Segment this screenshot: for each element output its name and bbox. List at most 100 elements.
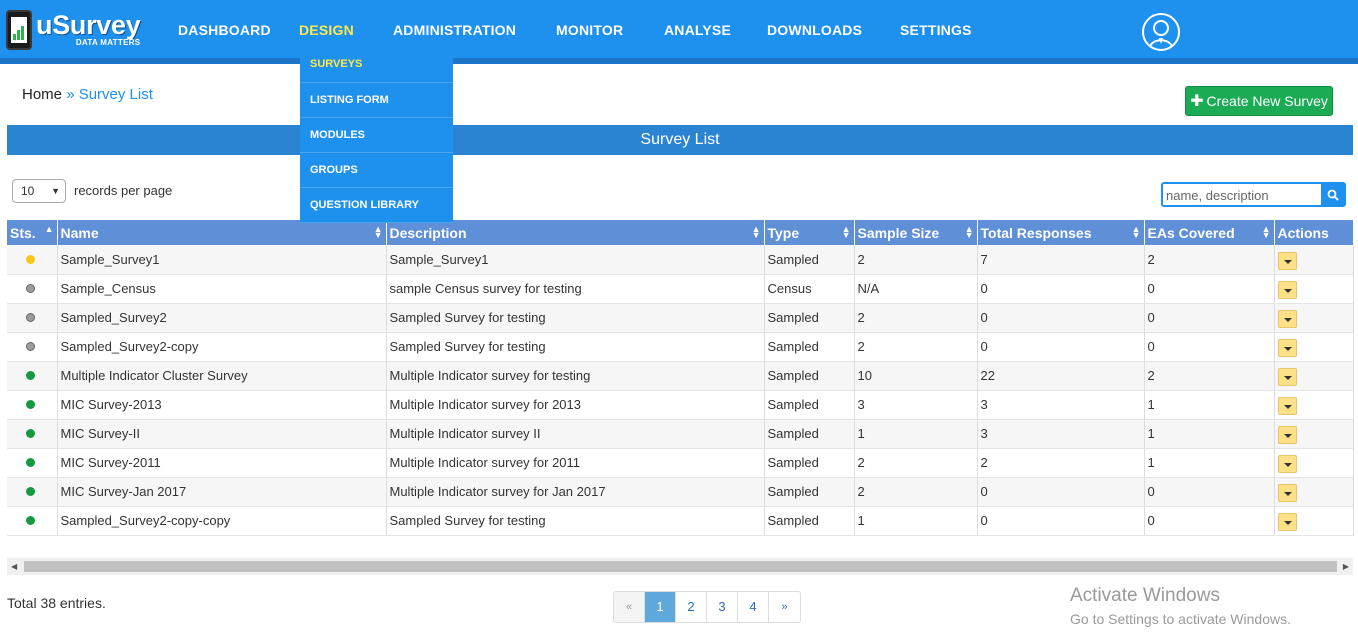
nav-dashboard[interactable]: DASHBOARD [178, 22, 271, 38]
survey-name[interactable]: Sampled_Survey2 [57, 303, 387, 333]
navbar-underline [0, 58, 1358, 64]
actions-dropdown-button[interactable] [1277, 310, 1297, 328]
scroll-left-icon[interactable]: ◀ [11, 562, 17, 571]
status-dot-icon [26, 429, 35, 438]
survey-eas-covered: 1 [1144, 390, 1275, 420]
nav-administration[interactable]: ADMINISTRATION [393, 22, 516, 38]
records-per-page-select[interactable]: 10 ▼ [12, 179, 66, 203]
actions-dropdown-button[interactable] [1277, 339, 1297, 357]
survey-total-responses: 0 [977, 506, 1145, 536]
breadcrumb-home[interactable]: Home [22, 86, 62, 103]
survey-type: Sampled [764, 390, 855, 420]
survey-total-responses: 0 [977, 332, 1145, 362]
survey-name[interactable]: Sampled_Survey2-copy [57, 332, 387, 362]
actions-cell [1274, 390, 1354, 420]
nav-downloads[interactable]: DOWNLOADS [767, 22, 862, 38]
survey-total-responses: 7 [977, 245, 1145, 275]
survey-sample-size: 2 [854, 477, 978, 507]
actions-dropdown-button[interactable] [1277, 281, 1297, 299]
column-header-eas-covered[interactable]: EAs Covered ▲ ▼ [1144, 220, 1275, 245]
status-cell [7, 245, 58, 275]
survey-sample-size: 2 [854, 245, 978, 275]
actions-dropdown-button[interactable] [1277, 426, 1297, 444]
status-dot-icon [26, 342, 35, 351]
status-cell [7, 506, 58, 536]
column-header-name[interactable]: Name ▲ ▼ [57, 220, 387, 245]
survey-description: Sample_Survey1 [386, 245, 765, 275]
table-row: Sample_Survey1 Sample_Survey1 Sampled 2 7 2 [7, 245, 1354, 275]
survey-eas-covered: 0 [1144, 477, 1275, 507]
actions-dropdown-button[interactable] [1277, 368, 1297, 386]
nav-design[interactable]: DESIGN [299, 22, 354, 38]
dropdown-item-groups[interactable]: GROUPS [300, 153, 453, 188]
survey-name[interactable]: Sample_Survey1 [57, 245, 387, 275]
dropdown-item-listing-form[interactable]: LISTING FORM [300, 83, 453, 118]
status-cell [7, 361, 58, 391]
pagination-page[interactable]: 4 [738, 592, 769, 622]
actions-dropdown-button[interactable] [1277, 513, 1297, 531]
pagination: « 1 2 3 4 » [613, 591, 801, 623]
status-cell [7, 448, 58, 478]
actions-cell [1274, 274, 1354, 304]
survey-type: Sampled [764, 477, 855, 507]
column-header-type[interactable]: Type ▲ ▼ [764, 220, 855, 245]
column-header-status[interactable]: Sts. ▲ [7, 220, 58, 245]
nav-analyse[interactable]: ANALYSE [664, 22, 731, 38]
survey-name[interactable]: Sample_Census [57, 274, 387, 304]
survey-eas-covered: 0 [1144, 274, 1275, 304]
scroll-right-icon[interactable]: ▶ [1343, 562, 1349, 571]
survey-name[interactable]: MIC Survey-2011 [57, 448, 387, 478]
survey-name[interactable]: MIC Survey-II [57, 419, 387, 449]
survey-name[interactable]: MIC Survey-2013 [57, 390, 387, 420]
nav-monitor[interactable]: MONITOR [556, 22, 623, 38]
app-logo[interactable]: uSurvey DATA MATTERS [6, 10, 141, 54]
column-header-total-responses[interactable]: Total Responses ▲ ▼ [977, 220, 1145, 245]
table-row: MIC Survey-2011 Multiple Indicator survey… [7, 448, 1354, 478]
status-dot-icon [26, 284, 35, 293]
column-header-sample-size[interactable]: Sample Size ▲ ▼ [854, 220, 978, 245]
survey-name[interactable]: Sampled_Survey2-copy-copy [57, 506, 387, 536]
scrollbar-thumb[interactable] [24, 561, 1337, 572]
pagination-prev[interactable]: « [614, 592, 645, 622]
pagination-page[interactable]: 1 [645, 592, 676, 622]
search-input[interactable] [1166, 187, 1321, 204]
table-row: Multiple Indicator Cluster Survey Multipl… [7, 361, 1354, 391]
pagination-page[interactable]: 3 [707, 592, 738, 622]
actions-dropdown-button[interactable] [1277, 484, 1297, 502]
actions-cell [1274, 477, 1354, 507]
actions-dropdown-button[interactable] [1277, 251, 1297, 270]
pagination-page[interactable]: 2 [676, 592, 707, 622]
logo-tagline: DATA MATTERS [75, 38, 141, 47]
search-box [1161, 182, 1346, 207]
status-cell [7, 332, 58, 362]
search-button[interactable] [1321, 184, 1344, 205]
sort-icon: ▲ ▼ [841, 224, 851, 240]
status-cell [7, 274, 58, 304]
survey-eas-covered: 0 [1144, 332, 1275, 362]
status-cell [7, 419, 58, 449]
dropdown-item-modules[interactable]: MODULES [300, 118, 453, 153]
column-header-description[interactable]: Description ▲ ▼ [386, 220, 765, 245]
actions-dropdown-button[interactable] [1277, 397, 1297, 415]
dropdown-item-question-library[interactable]: QUESTION LIBRARY [300, 188, 453, 223]
create-new-survey-button[interactable]: ✚ Create New Survey [1185, 86, 1333, 116]
status-dot-icon [26, 254, 35, 264]
actions-dropdown-button[interactable] [1277, 455, 1297, 473]
user-avatar-icon[interactable] [1142, 13, 1180, 51]
records-per-page-value: 10 [21, 184, 35, 198]
survey-sample-size: 1 [854, 506, 978, 536]
survey-name[interactable]: Multiple Indicator Cluster Survey [57, 361, 387, 391]
horizontal-scrollbar[interactable]: ◀ ▶ [7, 558, 1353, 575]
total-entries: Total 38 entries. [7, 595, 106, 611]
pagination-next[interactable]: » [769, 592, 800, 622]
breadcrumb-current: Survey List [78, 86, 153, 103]
nav-settings[interactable]: SETTINGS [900, 22, 972, 38]
status-dot-icon [26, 313, 35, 322]
status-cell [7, 303, 58, 333]
activate-windows-watermark: Activate Windows Go to Settings to activ… [1070, 585, 1291, 629]
survey-description: Multiple Indicator survey for 2013 [386, 390, 765, 420]
dropdown-item-surveys[interactable]: SURVEYS [300, 46, 453, 83]
survey-name[interactable]: MIC Survey-Jan 2017 [57, 477, 387, 507]
sort-icon: ▲ ▼ [964, 224, 974, 240]
table-row: Sampled_Survey2 Sampled Survey for testin… [7, 303, 1354, 333]
